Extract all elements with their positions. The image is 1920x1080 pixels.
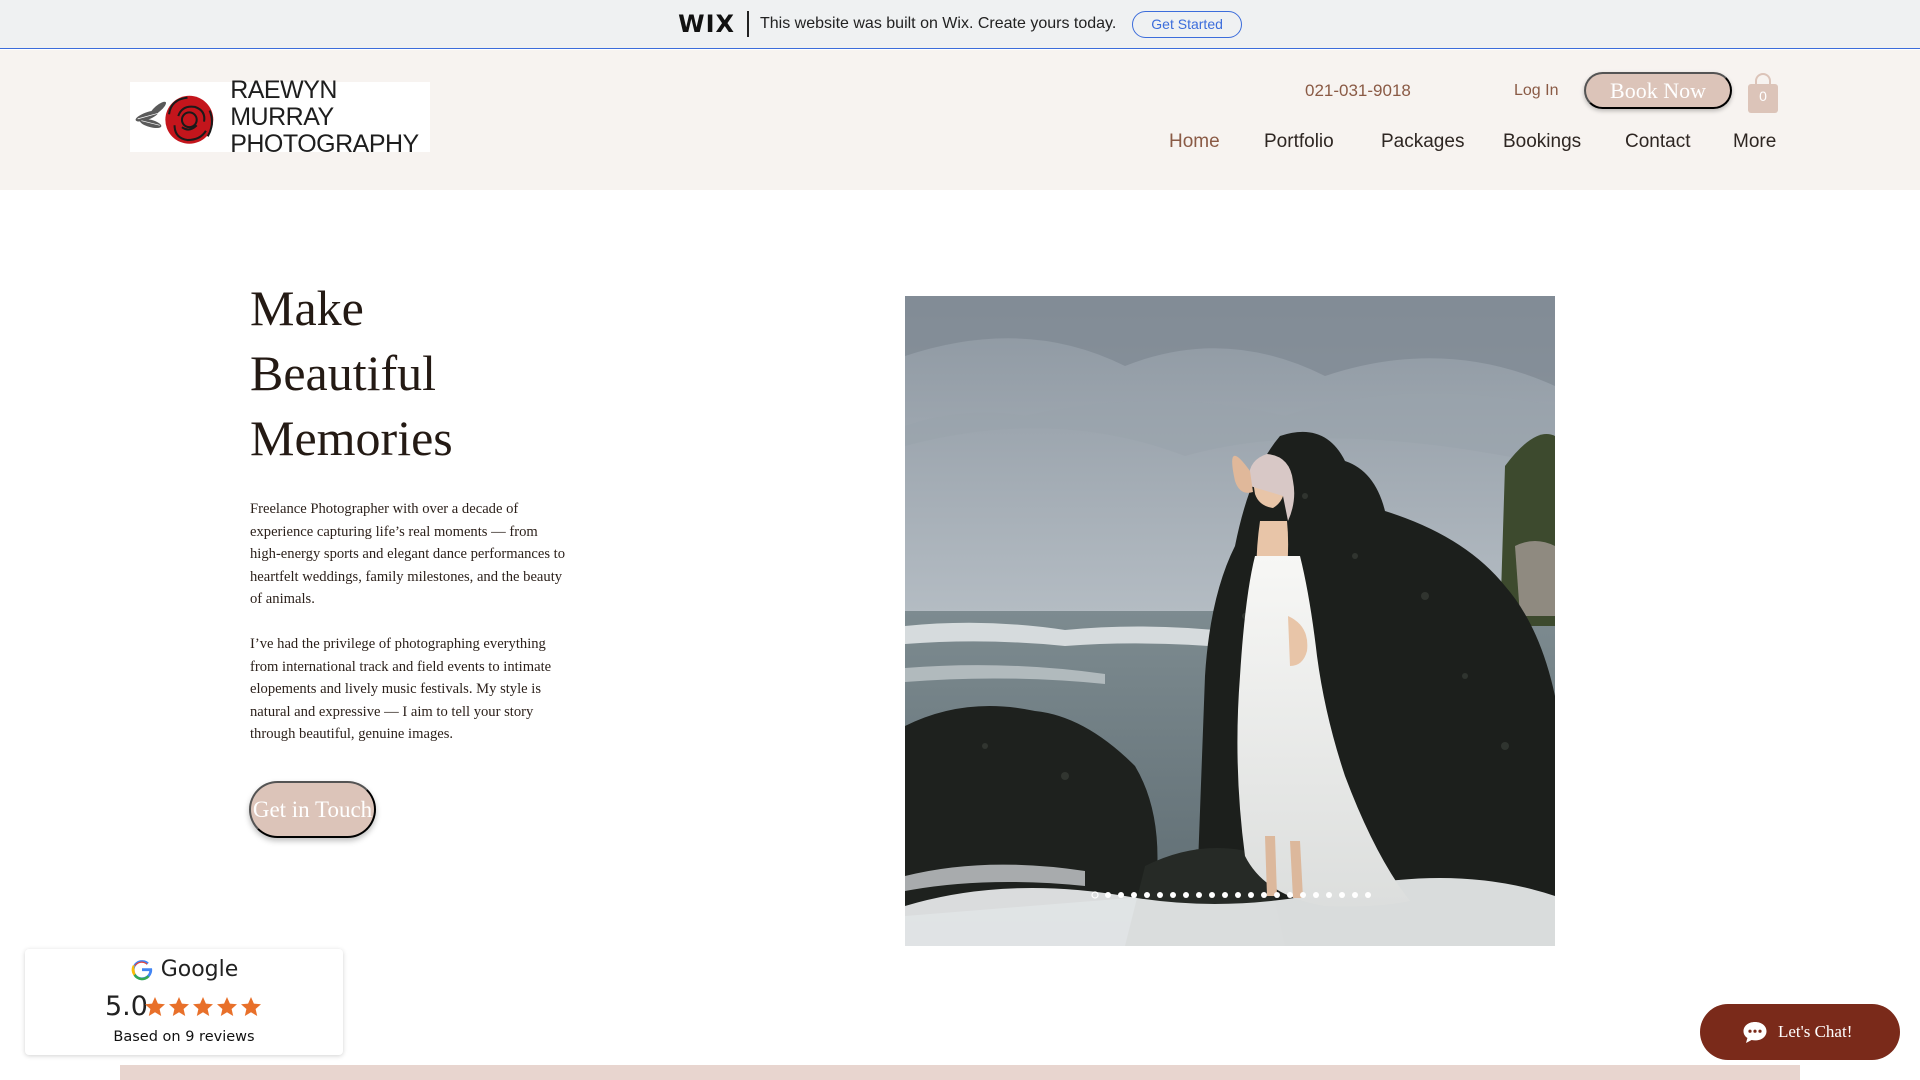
site-logo[interactable]: RAEWYN MURRAY PHOTOGRAPHY [130,76,430,157]
wix-divider [747,11,749,37]
hero-title: Make Beautiful Memories [250,276,453,471]
site-header: RAEWYN MURRAY PHOTOGRAPHY 021-031-9018 L… [0,50,1920,190]
google-label: Google [160,957,239,982]
slide-dot[interactable] [1365,892,1371,898]
wix-banner: WIX This website was built on Wix. Creat… [0,0,1920,49]
google-stars [143,995,263,1019]
chat-bubble-icon [1743,1022,1767,1043]
slide-dot[interactable] [1144,892,1150,898]
slide-dot[interactable] [1196,892,1202,898]
book-now-button[interactable]: Book Now [1584,72,1732,109]
slide-dot[interactable] [1183,892,1189,898]
chat-label: Let's Chat! [1778,1022,1853,1041]
cart-button[interactable]: 0 [1746,70,1780,114]
slide-dot[interactable] [1300,892,1306,898]
slide-dot[interactable] [1209,892,1215,898]
star-icon [169,997,189,1016]
phone-link[interactable]: 021-031-9018 [1305,81,1411,101]
hero-slideshow[interactable] [905,296,1555,946]
logo-text: RAEWYN MURRAY PHOTOGRAPHY [230,75,430,158]
hero-paragraph-1: Freelance Photographer with over a decad… [250,501,565,607]
hero-title-line: Beautiful [250,345,437,401]
rose-logo-icon [135,95,214,144]
star-icon [217,997,237,1016]
slide-dot[interactable] [1248,892,1254,898]
slide-dot[interactable] [1339,892,1345,898]
google-reviews-count: Based on 9 reviews [113,1029,255,1045]
nav-item-portfolio[interactable]: Portfolio [1264,131,1334,153]
wix-logo[interactable]: WIX [678,10,735,38]
get-in-touch-button[interactable]: Get in Touch [249,781,376,838]
cart-count: 0 [1759,88,1767,104]
nav-item-bookings[interactable]: Bookings [1503,131,1581,153]
star-icon [241,997,261,1016]
logo-line-1: RAEWYN MURRAY [230,75,337,131]
star-icon [145,997,165,1016]
slide-dot[interactable] [1235,892,1241,898]
nav-item-more[interactable]: More [1733,131,1776,153]
hero-title-line: Make [250,280,364,336]
slide-dot[interactable] [1326,892,1332,898]
slide-dot[interactable] [1222,892,1228,898]
slide-dot[interactable] [1352,892,1358,898]
slide-dot[interactable] [1105,892,1111,898]
slide-dot[interactable] [1170,892,1176,898]
chat-widget-button[interactable]: Let's Chat! [1700,1004,1900,1060]
wix-banner-message: This website was built on Wix. Create yo… [760,15,1117,32]
google-score: 5.0 [105,991,148,1022]
slide-dot[interactable] [1261,892,1267,898]
star-icon [193,997,213,1016]
nav-item-packages[interactable]: Packages [1381,131,1464,153]
slide-dot[interactable] [1118,892,1124,898]
nav-item-contact[interactable]: Contact [1625,131,1690,153]
google-g-icon [131,959,152,980]
slide-dot[interactable] [1131,892,1137,898]
nav-item-home[interactable]: Home [1169,131,1220,153]
slide-dot[interactable] [1313,892,1319,898]
maternity-beach-photo [905,296,1555,946]
slide-dot[interactable] [1274,892,1280,898]
google-reviews-badge[interactable]: Google 5.0 Based on 9 reviews [25,949,343,1055]
wix-get-started-button[interactable]: Get Started [1132,10,1242,38]
login-link[interactable]: Log In [1514,82,1558,100]
next-section-strip [120,1065,1800,1080]
hero-paragraph-2: I’ve had the privilege of photographing … [250,636,552,742]
slide-dot[interactable] [1157,892,1163,898]
logo-line-2: PHOTOGRAPHY [230,129,419,158]
hero-title-line: Memories [250,410,453,466]
slide-dot[interactable] [1287,892,1293,898]
